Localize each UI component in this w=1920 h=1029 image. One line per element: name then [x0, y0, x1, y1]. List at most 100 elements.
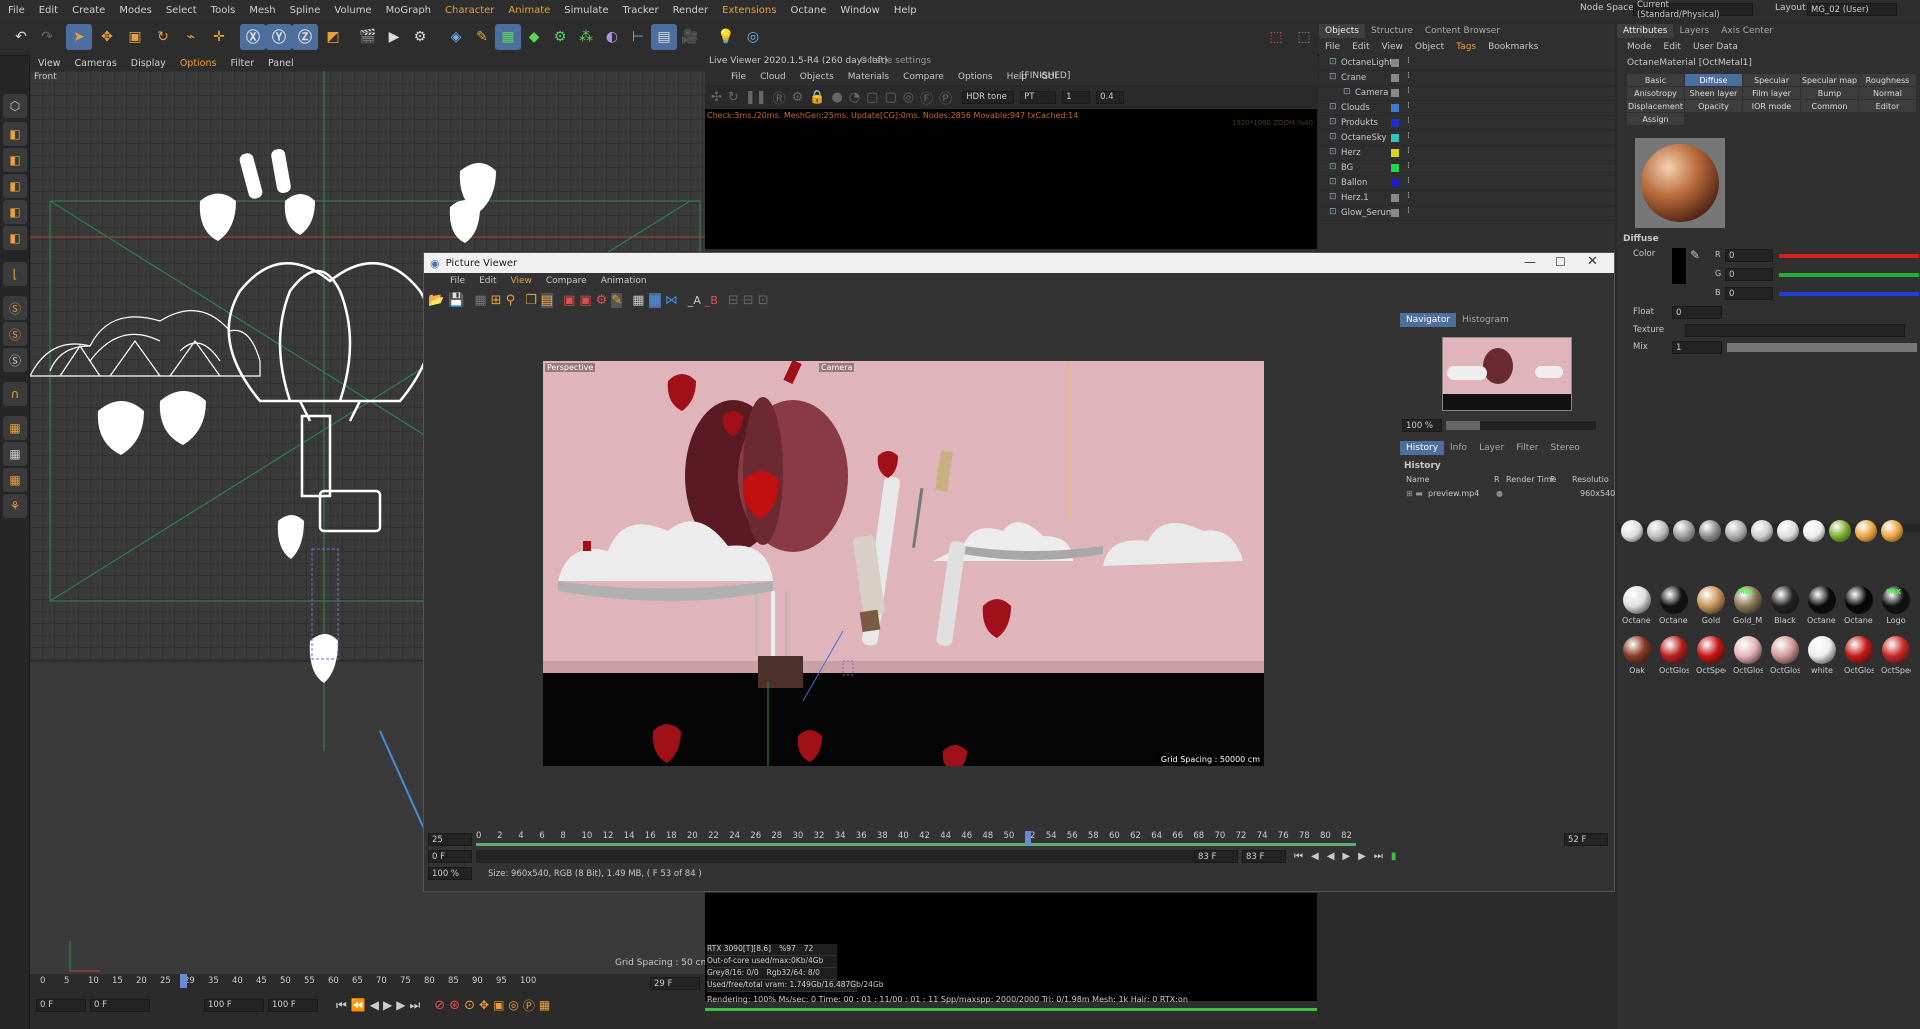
material-tool-icon[interactable] [1699, 520, 1721, 542]
history-row[interactable]: ⊞ ▬ preview.mp4 ● 960x540 [1402, 489, 1615, 502]
move-icon[interactable]: ✥ [94, 24, 120, 50]
texture-mode-icon[interactable]: ◧ [3, 148, 27, 172]
extrude-icon[interactable]: ◆ [521, 24, 547, 50]
swap-icon[interactable]: ⊡ [758, 293, 769, 308]
material-swatch[interactable] [1660, 586, 1688, 614]
material-tool-icon[interactable] [1673, 520, 1695, 542]
viewport-menu-display[interactable]: Display [131, 58, 166, 69]
snap-settings-icon[interactable]: Ⓢ [3, 322, 27, 346]
objects-tab-structure[interactable]: Structure [1365, 24, 1419, 38]
fps-field[interactable]: 25 [428, 833, 472, 846]
material-swatch[interactable] [1623, 636, 1651, 664]
attributes-menu-mode[interactable]: Mode [1627, 42, 1652, 52]
material-swatch[interactable] [1845, 636, 1873, 664]
menu-file[interactable]: File [8, 5, 25, 16]
material-picker-icon[interactable]: ▢ [866, 90, 878, 105]
object-row[interactable]: ⊡ Ballon ⁞ [1319, 176, 1615, 191]
live-record-icon[interactable]: ⬚ [1263, 24, 1289, 50]
restart-render-icon[interactable]: ✣ [711, 90, 722, 105]
picture-viewer-timeline[interactable]: 0 2 4 6 8 10 12 14 16 18 20 22 24 26 28 30 32 34 36 38 40 42 4… [476, 831, 1376, 847]
subdivision-icon[interactable]: ▦ [495, 24, 521, 50]
object-row[interactable]: ⊡ Glow_Serum ⁞ [1319, 206, 1615, 221]
pv-menu-file[interactable]: File [450, 276, 465, 286]
snap-icon[interactable]: Ⓢ [3, 296, 27, 320]
preview-end-field[interactable]: 100 F [204, 998, 264, 1012]
channel-green-icon[interactable]: ▣ [579, 293, 591, 308]
region-icon[interactable]: Ⓡ [773, 88, 786, 107]
hist-tab-info[interactable]: Info [1444, 441, 1473, 455]
r-slider[interactable] [1779, 254, 1919, 258]
layout-select[interactable]: MG_02 (User) [1807, 3, 1897, 16]
menu-window[interactable]: Window [840, 5, 879, 16]
preview-start-field[interactable]: 0 F [90, 998, 150, 1012]
lv-menu-file[interactable]: File [731, 72, 746, 82]
attributes-tab-axis-center[interactable]: Axis Center [1715, 24, 1779, 38]
interactive-render-icon[interactable]: ⚲ [506, 293, 516, 308]
material-tool-icon[interactable] [1855, 520, 1877, 542]
float-field[interactable]: 0 [1672, 306, 1722, 319]
channel-red-icon[interactable]: ▣ [563, 293, 575, 308]
go-to-end-icon[interactable]: ⏭ [409, 998, 420, 1013]
render-icon[interactable]: ▦ [474, 293, 486, 308]
menu-animate[interactable]: Animate [508, 5, 550, 16]
channel-tab-assign[interactable]: Assign [1627, 113, 1684, 125]
copy-icon[interactable]: ❐ [525, 293, 537, 308]
b-slider[interactable] [1779, 292, 1919, 296]
attributes-menu-user-data[interactable]: User Data [1693, 42, 1738, 52]
channel-tab-roughness[interactable]: Roughness [1859, 74, 1916, 86]
mix-field[interactable]: 1 [1672, 341, 1722, 354]
cube-icon[interactable]: ◈ [443, 24, 469, 50]
menu-extensions[interactable]: Extensions [722, 5, 776, 16]
param-key-icon[interactable]: Ⓟ [523, 997, 535, 1014]
pv-play-back-icon[interactable]: ◀ [1327, 851, 1335, 862]
material-tool-icon[interactable] [1881, 520, 1903, 542]
fit-icon[interactable]: ▦ [632, 293, 644, 308]
menu-modes[interactable]: Modes [119, 5, 151, 16]
b-field[interactable]: 0 [1725, 287, 1773, 300]
hist-tab-history[interactable]: History [1400, 441, 1445, 455]
keyframe-selection-icon[interactable]: ⊙ [464, 998, 475, 1013]
start-frame-field[interactable]: 0 F [36, 998, 86, 1012]
fstop-icon[interactable]: Ⓕ [920, 88, 933, 107]
material-swatch[interactable] [1771, 636, 1799, 664]
refresh-icon[interactable]: ↻ [728, 90, 739, 105]
menu-help[interactable]: Help [894, 5, 917, 16]
channel-tab-film-layer[interactable]: Film layer [1743, 87, 1800, 99]
channel-tab-sheen-layer[interactable]: Sheen layer [1685, 87, 1742, 99]
light-icon[interactable]: 💡 [713, 24, 739, 50]
hist-tab-filter[interactable]: Filter [1510, 441, 1544, 455]
objects-menu-edit[interactable]: Edit [1352, 42, 1369, 52]
magnet-icon[interactable]: ∩ [3, 382, 27, 406]
floor-icon[interactable]: ▤ [651, 24, 677, 50]
lv-menu-options[interactable]: Options [958, 72, 993, 82]
play-icon[interactable]: ▶ [383, 998, 392, 1012]
pv-menu-edit[interactable]: Edit [479, 276, 496, 286]
hist-tab-layer[interactable]: Layer [1473, 441, 1510, 455]
maximize-icon[interactable]: ☐ [1555, 255, 1566, 269]
pv-menu-view[interactable]: View [511, 276, 532, 286]
kernel-select[interactable]: PT [1020, 90, 1057, 104]
viewport-menu-view[interactable]: View [38, 58, 61, 69]
hist-tab-stereo[interactable]: Stereo [1544, 441, 1585, 455]
menu-create[interactable]: Create [72, 5, 105, 16]
navigator-thumbnail[interactable] [1442, 337, 1572, 411]
hdr-tone-select[interactable]: HDR tone [962, 90, 1015, 104]
close-icon[interactable]: ✕ [1587, 254, 1598, 269]
object-row[interactable]: ⊡ BG ⁞ [1319, 161, 1615, 176]
objects-menu-bookmarks[interactable]: Bookmarks [1488, 42, 1538, 52]
menu-mesh[interactable]: Mesh [249, 5, 275, 16]
lv-menu-objects[interactable]: Objects [800, 72, 834, 82]
visibility-dots-icon[interactable]: ⁞ [1407, 86, 1410, 96]
b-set-icon[interactable]: _B [705, 294, 718, 307]
zoom-in-icon[interactable]: ▦ [648, 292, 661, 308]
make-editable-icon[interactable]: ⬡ [3, 94, 27, 118]
channel-tab-diffuse[interactable]: Diffuse [1685, 74, 1742, 86]
visibility-dots-icon[interactable]: ⁞ [1407, 146, 1410, 156]
nav-tab-histogram[interactable]: Histogram [1456, 313, 1515, 327]
material-tool-icon[interactable] [1725, 520, 1747, 542]
prev-frame-icon[interactable]: ◀ [370, 998, 379, 1012]
render-region-icon[interactable]: 🎬 [355, 24, 381, 50]
mograph-icon[interactable]: ⁂ [573, 24, 599, 50]
visibility-dots-icon[interactable]: ⁞ [1407, 191, 1410, 201]
bend-icon[interactable]: ⊢ [625, 24, 651, 50]
